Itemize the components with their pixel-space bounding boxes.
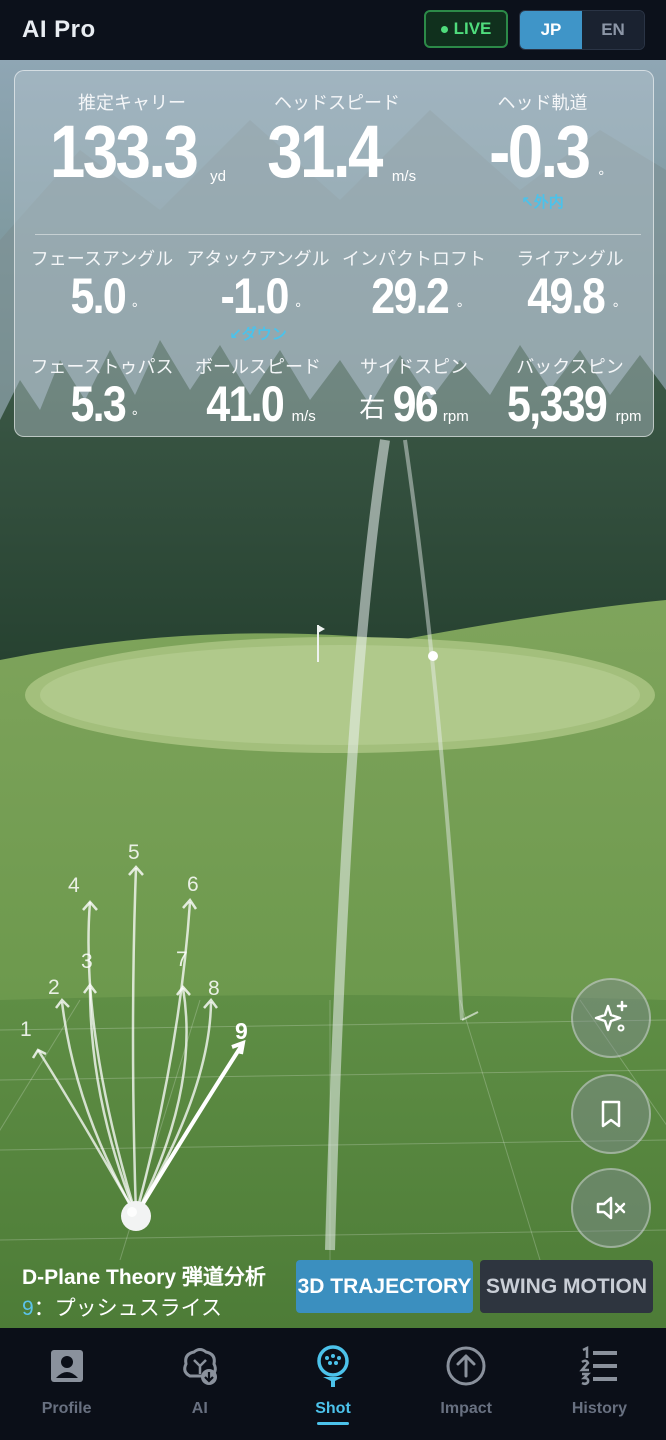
- metric-back-spin: バックスピン 5,339 rpm: [497, 353, 643, 429]
- dplane-title: D-Plane Theory 弾道分析: [22, 1266, 266, 1289]
- nav-ai[interactable]: AI: [133, 1328, 266, 1440]
- metric-value: 5.0: [70, 268, 127, 324]
- arrow-up-circle-icon: [444, 1344, 488, 1388]
- 3d-trajectory-button[interactable]: 3D TRAJECTORY: [296, 1260, 473, 1313]
- metric-ball-speed: ボールスピード 41.0 m/s: [185, 353, 331, 429]
- dplane-result-number: 9: [22, 1297, 34, 1320]
- metric-direction: ↙ダウン: [229, 326, 287, 343]
- dplane-label-2: 2: [48, 976, 60, 999]
- dplane-label-9: 9: [235, 1018, 248, 1044]
- nav-history[interactable]: History: [533, 1328, 666, 1440]
- app-title: AI Pro: [22, 16, 96, 43]
- metric-unit: rpm: [442, 408, 469, 425]
- golf-ball: [121, 1201, 151, 1231]
- nav-label: Profile: [41, 1400, 92, 1417]
- metric-unit: m/s: [291, 408, 316, 425]
- metric-unit: rpm: [615, 408, 642, 425]
- metric-value: -0.3: [488, 110, 591, 193]
- metric-unit: yd: [210, 168, 227, 185]
- metric-value: 5.3: [70, 376, 127, 432]
- metric-value: 5,339: [506, 376, 608, 432]
- lang-en-button[interactable]: EN: [582, 11, 644, 49]
- lang-jp-button[interactable]: JP: [520, 11, 582, 49]
- nav-label: Impact: [440, 1400, 492, 1417]
- brain-icon: [178, 1344, 222, 1388]
- live-button[interactable]: LIVE: [424, 10, 508, 48]
- golf-ball-tee-icon: [311, 1344, 355, 1388]
- metric-value: 31.4: [267, 110, 383, 193]
- metric-unit: °: [612, 300, 619, 317]
- metric-face-angle: フェースアングル 5.0 °: [29, 245, 175, 321]
- dplane-diagram: 1 2 3 4 5 6 7 8 9: [20, 841, 248, 1231]
- metric-impact-loft: インパクトロフト 29.2 °: [341, 245, 487, 321]
- dplane-result-text: ：プッシュスライス: [33, 1297, 223, 1320]
- metric-direction: ↖外内: [521, 194, 564, 211]
- swing-motion-button[interactable]: SWING MOTION: [480, 1260, 653, 1313]
- metric-side-spin: サイドスピン 右 96 rpm: [341, 353, 487, 429]
- profile-card-icon: [45, 1344, 89, 1388]
- metrics-divider: [35, 234, 641, 235]
- nav-active-indicator: [317, 1422, 349, 1425]
- sparkle-icon: [594, 1000, 628, 1032]
- dplane-result: 9：プッシュスライス: [22, 1292, 222, 1322]
- metric-value: 96: [392, 376, 439, 432]
- metric-lie-angle: ライアングル 49.8 °: [497, 245, 643, 321]
- metric-prefix: 右: [359, 393, 386, 423]
- dplane-label-1: 1: [20, 1018, 32, 1041]
- metric-unit: °: [131, 300, 138, 317]
- top-bar: AI Pro LIVE JP EN: [0, 0, 666, 60]
- nav-shot[interactable]: Shot: [266, 1328, 399, 1440]
- nav-label: History: [571, 1400, 627, 1417]
- nav-label: Shot: [315, 1400, 351, 1417]
- speaker-mute-icon: [596, 1196, 626, 1220]
- metric-unit: °: [131, 408, 138, 425]
- metric-value: 41.0: [206, 376, 286, 432]
- ai-analyze-button[interactable]: [571, 978, 651, 1058]
- language-toggle: JP EN: [519, 10, 645, 50]
- dplane-label-4: 4: [68, 874, 80, 897]
- metric-unit: °: [598, 168, 605, 185]
- dplane-label-3: 3: [81, 950, 93, 973]
- mute-button[interactable]: [571, 1168, 651, 1248]
- bottom-nav: Profile AI Shot Impact History: [0, 1328, 666, 1440]
- metric-unit: m/s: [391, 168, 417, 185]
- metric-value: 133.3: [49, 110, 199, 193]
- metric-face-to-path: フェーストゥパス 5.3 °: [29, 353, 175, 429]
- metric-value: -1.0: [220, 268, 289, 324]
- nav-impact[interactable]: Impact: [400, 1328, 533, 1440]
- live-label: LIVE: [453, 19, 492, 38]
- shot-metrics-panel: 推定キャリー 133.3 yd ヘッドスピード 31.4 m/s ヘッド軌道 -0.…: [14, 70, 654, 437]
- nav-profile[interactable]: Profile: [0, 1328, 133, 1440]
- dplane-label-5: 5: [128, 841, 140, 864]
- metric-value: 29.2: [371, 268, 451, 324]
- metric-unit: °: [456, 300, 463, 317]
- numbered-list-icon: [577, 1344, 621, 1388]
- metric-head-speed: ヘッドスピード 31.4 m/s: [247, 89, 427, 189]
- metric-unit: °: [295, 300, 302, 317]
- dplane-label-8: 8: [208, 977, 220, 1000]
- metric-value: 49.8: [527, 268, 607, 324]
- bookmark-button[interactable]: [571, 1074, 651, 1154]
- metric-attack-angle: アタックアングル -1.0 ° ↙ダウン: [185, 245, 331, 344]
- metric-carry: 推定キャリー 133.3 yd: [37, 89, 227, 189]
- live-indicator-dot: [440, 25, 448, 33]
- bookmark-icon: [601, 1100, 621, 1128]
- dplane-label-7: 7: [176, 948, 188, 971]
- nav-label: AI: [191, 1400, 208, 1417]
- dplane-label-6: 6: [187, 873, 199, 896]
- metric-head-path: ヘッド軌道 -0.3 ° ↖外内: [455, 89, 630, 212]
